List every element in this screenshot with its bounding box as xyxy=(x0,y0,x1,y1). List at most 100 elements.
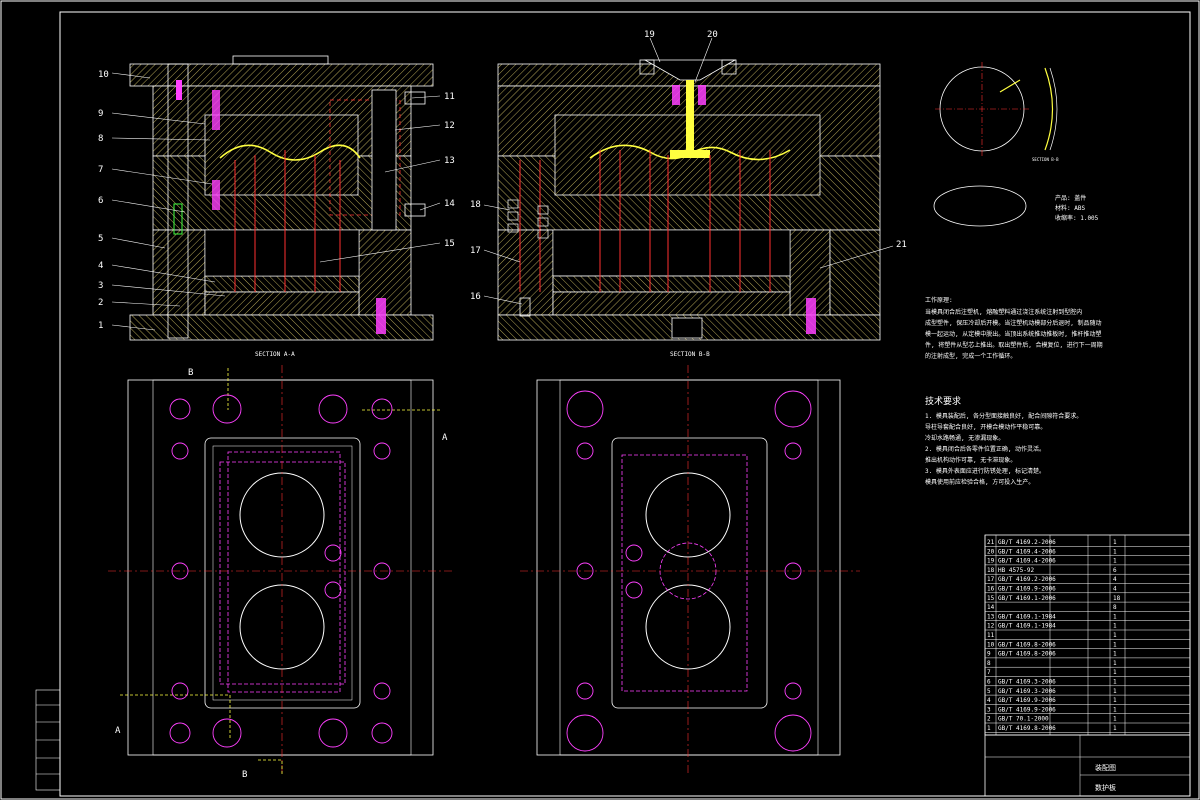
product-material: 材料: ABS xyxy=(1055,204,1085,212)
balloon-5: 5 xyxy=(98,234,103,244)
parts-row-code: GB/T 4169.4-2006 xyxy=(998,558,1056,565)
parts-row-qty: 1 xyxy=(1113,669,1117,676)
parts-row-qty: 1 xyxy=(1113,688,1117,695)
parts-row-code: HB 4575-92 xyxy=(998,567,1035,574)
svg-text:导柱导套配合良好, 开模合模动作平稳可靠。: 导柱导套配合良好, 开模合模动作平稳可靠。 xyxy=(925,423,1046,431)
svg-text:冷却水路畅通, 无渗漏现象。: 冷却水路畅通, 无渗漏现象。 xyxy=(925,434,1004,442)
balloon-6: 6 xyxy=(98,196,103,206)
parts-row-no: 8 xyxy=(987,660,991,667)
parts-row-no: 1 xyxy=(987,725,991,732)
parts-row-code: GB/T 70.1-2000 xyxy=(998,716,1049,723)
balloon-1: 1 xyxy=(98,321,103,331)
parts-row-code: GB/T 4169.9-2006 xyxy=(998,586,1056,593)
parts-row-no: 15 xyxy=(987,595,995,602)
parts-row-code: GB/T 4169.8-2006 xyxy=(998,641,1056,648)
parts-row-no: 11 xyxy=(987,632,995,639)
balloon-8: 8 xyxy=(98,134,103,144)
svg-text:模具使用前应检验合格, 方可投入生产。: 模具使用前应检验合格, 方可投入生产。 xyxy=(925,478,1034,486)
section-marker-b-bottom: B xyxy=(242,770,247,780)
svg-text:3. 模具外表面应进行防锈处理, 标记清楚。: 3. 模具外表面应进行防锈处理, 标记清楚。 xyxy=(925,467,1045,475)
balloon-14: 14 xyxy=(444,199,455,209)
balloon-21: 21 xyxy=(896,240,907,250)
section-bb-caption: SECTION B-B xyxy=(670,351,710,358)
section-marker-a-left: A xyxy=(115,726,121,736)
parts-row-no: 4 xyxy=(987,697,991,704)
parts-row-qty: 1 xyxy=(1113,679,1117,686)
parts-row-code: GB/T 4169.9-2006 xyxy=(998,697,1056,704)
plan-view-fixed-half xyxy=(520,365,860,775)
svg-text:成型塑件, 保压冷却后开模。当注塑机动模部分后退时, 制品随: 成型塑件, 保压冷却后开模。当注塑机动模部分后退时, 制品随动 xyxy=(925,319,1101,327)
svg-text:的注射成型, 完成一个工作循环。: 的注射成型, 完成一个工作循环。 xyxy=(925,352,1016,360)
balloon-18: 18 xyxy=(470,200,481,210)
balloon-9: 9 xyxy=(98,109,103,119)
parts-row-qty: 18 xyxy=(1113,595,1121,602)
parts-row-qty: 1 xyxy=(1113,641,1117,648)
parts-row-no: 17 xyxy=(987,576,995,583)
parts-row-no: 20 xyxy=(987,548,995,555)
parts-row-qty: 1 xyxy=(1113,706,1117,713)
parts-row-no: 13 xyxy=(987,613,995,620)
parts-row-code: GB/T 4169.3-2006 xyxy=(998,688,1056,695)
balloon-12: 12 xyxy=(444,121,455,131)
parts-row-no: 14 xyxy=(987,604,995,611)
parts-row-qty: 1 xyxy=(1113,697,1117,704)
parts-row-code: GB/T 4169.4-2006 xyxy=(998,548,1056,555)
svg-text:1. 模具装配后, 各分型面接触良好, 配合间隙符合要求。: 1. 模具装配后, 各分型面接触良好, 配合间隙符合要求。 xyxy=(925,412,1082,420)
parts-row-code: GB/T 4169.2-2006 xyxy=(998,539,1056,546)
balloon-2: 2 xyxy=(98,298,103,308)
parts-row-no: 21 xyxy=(987,539,995,546)
parts-row-qty: 6 xyxy=(1113,567,1117,574)
balloon-20: 20 xyxy=(707,30,718,40)
balloon-11: 11 xyxy=(444,92,455,102)
parts-row-no: 19 xyxy=(987,558,995,565)
balloon-15: 15 xyxy=(444,239,455,249)
working-principle: 工作原理: 当模具闭合后注塑机, 熔融塑料通过浇注系统注射到型腔内 成型塑件, … xyxy=(925,296,1103,360)
svg-text:2. 模具闭合后各零件位置正确, 动作灵活。: 2. 模具闭合后各零件位置正确, 动作灵活。 xyxy=(925,445,1045,453)
parts-row-code: GB/T 4169.1-2006 xyxy=(998,595,1056,602)
title-block-name: 装配图 xyxy=(1095,763,1116,772)
detail-caption: SECTION B-B xyxy=(1032,157,1059,162)
parts-row-no: 12 xyxy=(987,623,995,630)
balloon-10: 10 xyxy=(98,70,109,80)
parts-row-qty: 1 xyxy=(1113,623,1117,630)
parts-row-qty: 1 xyxy=(1113,651,1117,658)
balloon-4: 4 xyxy=(98,261,103,271)
balloon-17: 17 xyxy=(470,246,481,256)
parts-row-qty: 1 xyxy=(1113,716,1117,723)
parts-row-code: GB/T 4169.3-2006 xyxy=(998,679,1056,686)
svg-text:当模具闭合后注塑机, 熔融塑料通过浇注系统注射到型腔内: 当模具闭合后注塑机, 熔融塑料通过浇注系统注射到型腔内 xyxy=(925,308,1082,316)
parts-row-no: 18 xyxy=(987,567,995,574)
plan-view-moving-half xyxy=(108,365,455,775)
parts-row-qty: 1 xyxy=(1113,725,1117,732)
section-aa-view: SECTION A-A xyxy=(129,55,434,358)
parts-row-qty: 1 xyxy=(1113,632,1117,639)
parts-row-qty: 1 xyxy=(1113,558,1117,565)
parts-row-qty: 1 xyxy=(1113,548,1117,555)
product-name: 产品: 盖件 xyxy=(1055,194,1086,202)
technical-requirements: 技术要求 1. 模具装配后, 各分型面接触良好, 配合间隙符合要求。 导柱导套配… xyxy=(925,395,1082,486)
parts-row-qty: 1 xyxy=(1113,613,1117,620)
parts-row-no: 3 xyxy=(987,706,991,713)
parts-row-code: GB/T 4169.9-2006 xyxy=(998,706,1056,713)
parts-row-no: 9 xyxy=(987,651,991,658)
parts-row-qty: 4 xyxy=(1113,586,1117,593)
svg-text:件, 将塑件从型芯上推出。取出塑件后, 合模复位, 进行下一: 件, 将塑件从型芯上推出。取出塑件后, 合模复位, 进行下一周期 xyxy=(925,341,1103,349)
svg-text:推出机构动作可靠, 无卡滞现象。: 推出机构动作可靠, 无卡滞现象。 xyxy=(925,456,1016,464)
parts-row-qty: 1 xyxy=(1113,539,1117,546)
parts-row-no: 7 xyxy=(987,669,991,676)
balloon-3: 3 xyxy=(98,281,103,291)
parts-row-no: 10 xyxy=(987,641,995,648)
parts-row-qty: 1 xyxy=(1113,660,1117,667)
balloon-7: 7 xyxy=(98,165,103,175)
left-info-block xyxy=(35,689,61,791)
parts-row-qty: 8 xyxy=(1113,604,1117,611)
parts-row-no: 5 xyxy=(987,688,991,695)
title-block: 装配图 数护板 xyxy=(984,734,1191,797)
section-bb-view: SECTION B-B xyxy=(497,59,881,358)
svg-text:技术要求: 技术要求 xyxy=(925,395,961,407)
title-block-company: 数护板 xyxy=(1095,783,1116,792)
section-marker-a-right: A xyxy=(442,433,448,443)
section-marker-b-top: B xyxy=(188,368,193,378)
balloon-19: 19 xyxy=(644,30,655,40)
parts-row-code: GB/T 4169.8-2006 xyxy=(998,725,1056,732)
